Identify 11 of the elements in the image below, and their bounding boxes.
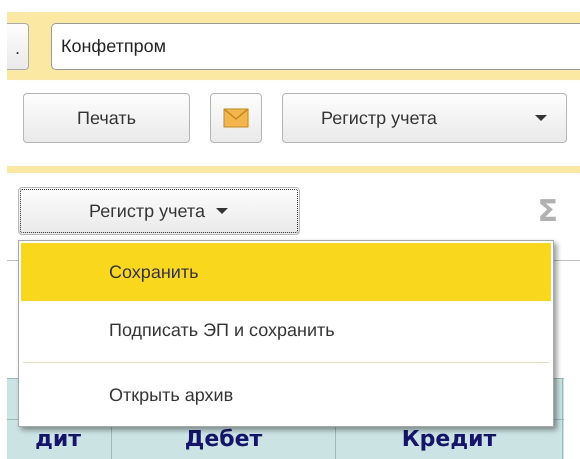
email-button[interactable]: [210, 93, 262, 143]
select-button[interactable]: .: [7, 22, 29, 70]
register-dropdown-button[interactable]: Регистр учета: [282, 93, 567, 143]
register-dropdown-button[interactable]: Регистр учета: [18, 187, 300, 235]
caret-icon: [214, 207, 229, 215]
company-field[interactable]: Конфетпром: [51, 22, 580, 70]
menu-item[interactable]: Подписать ЭП и сохранить: [21, 301, 551, 359]
envelope-icon: [223, 108, 249, 128]
menu-item[interactable]: Сохранить: [21, 243, 551, 301]
caret-icon: [534, 114, 548, 122]
print-button[interactable]: Печать: [23, 93, 190, 143]
